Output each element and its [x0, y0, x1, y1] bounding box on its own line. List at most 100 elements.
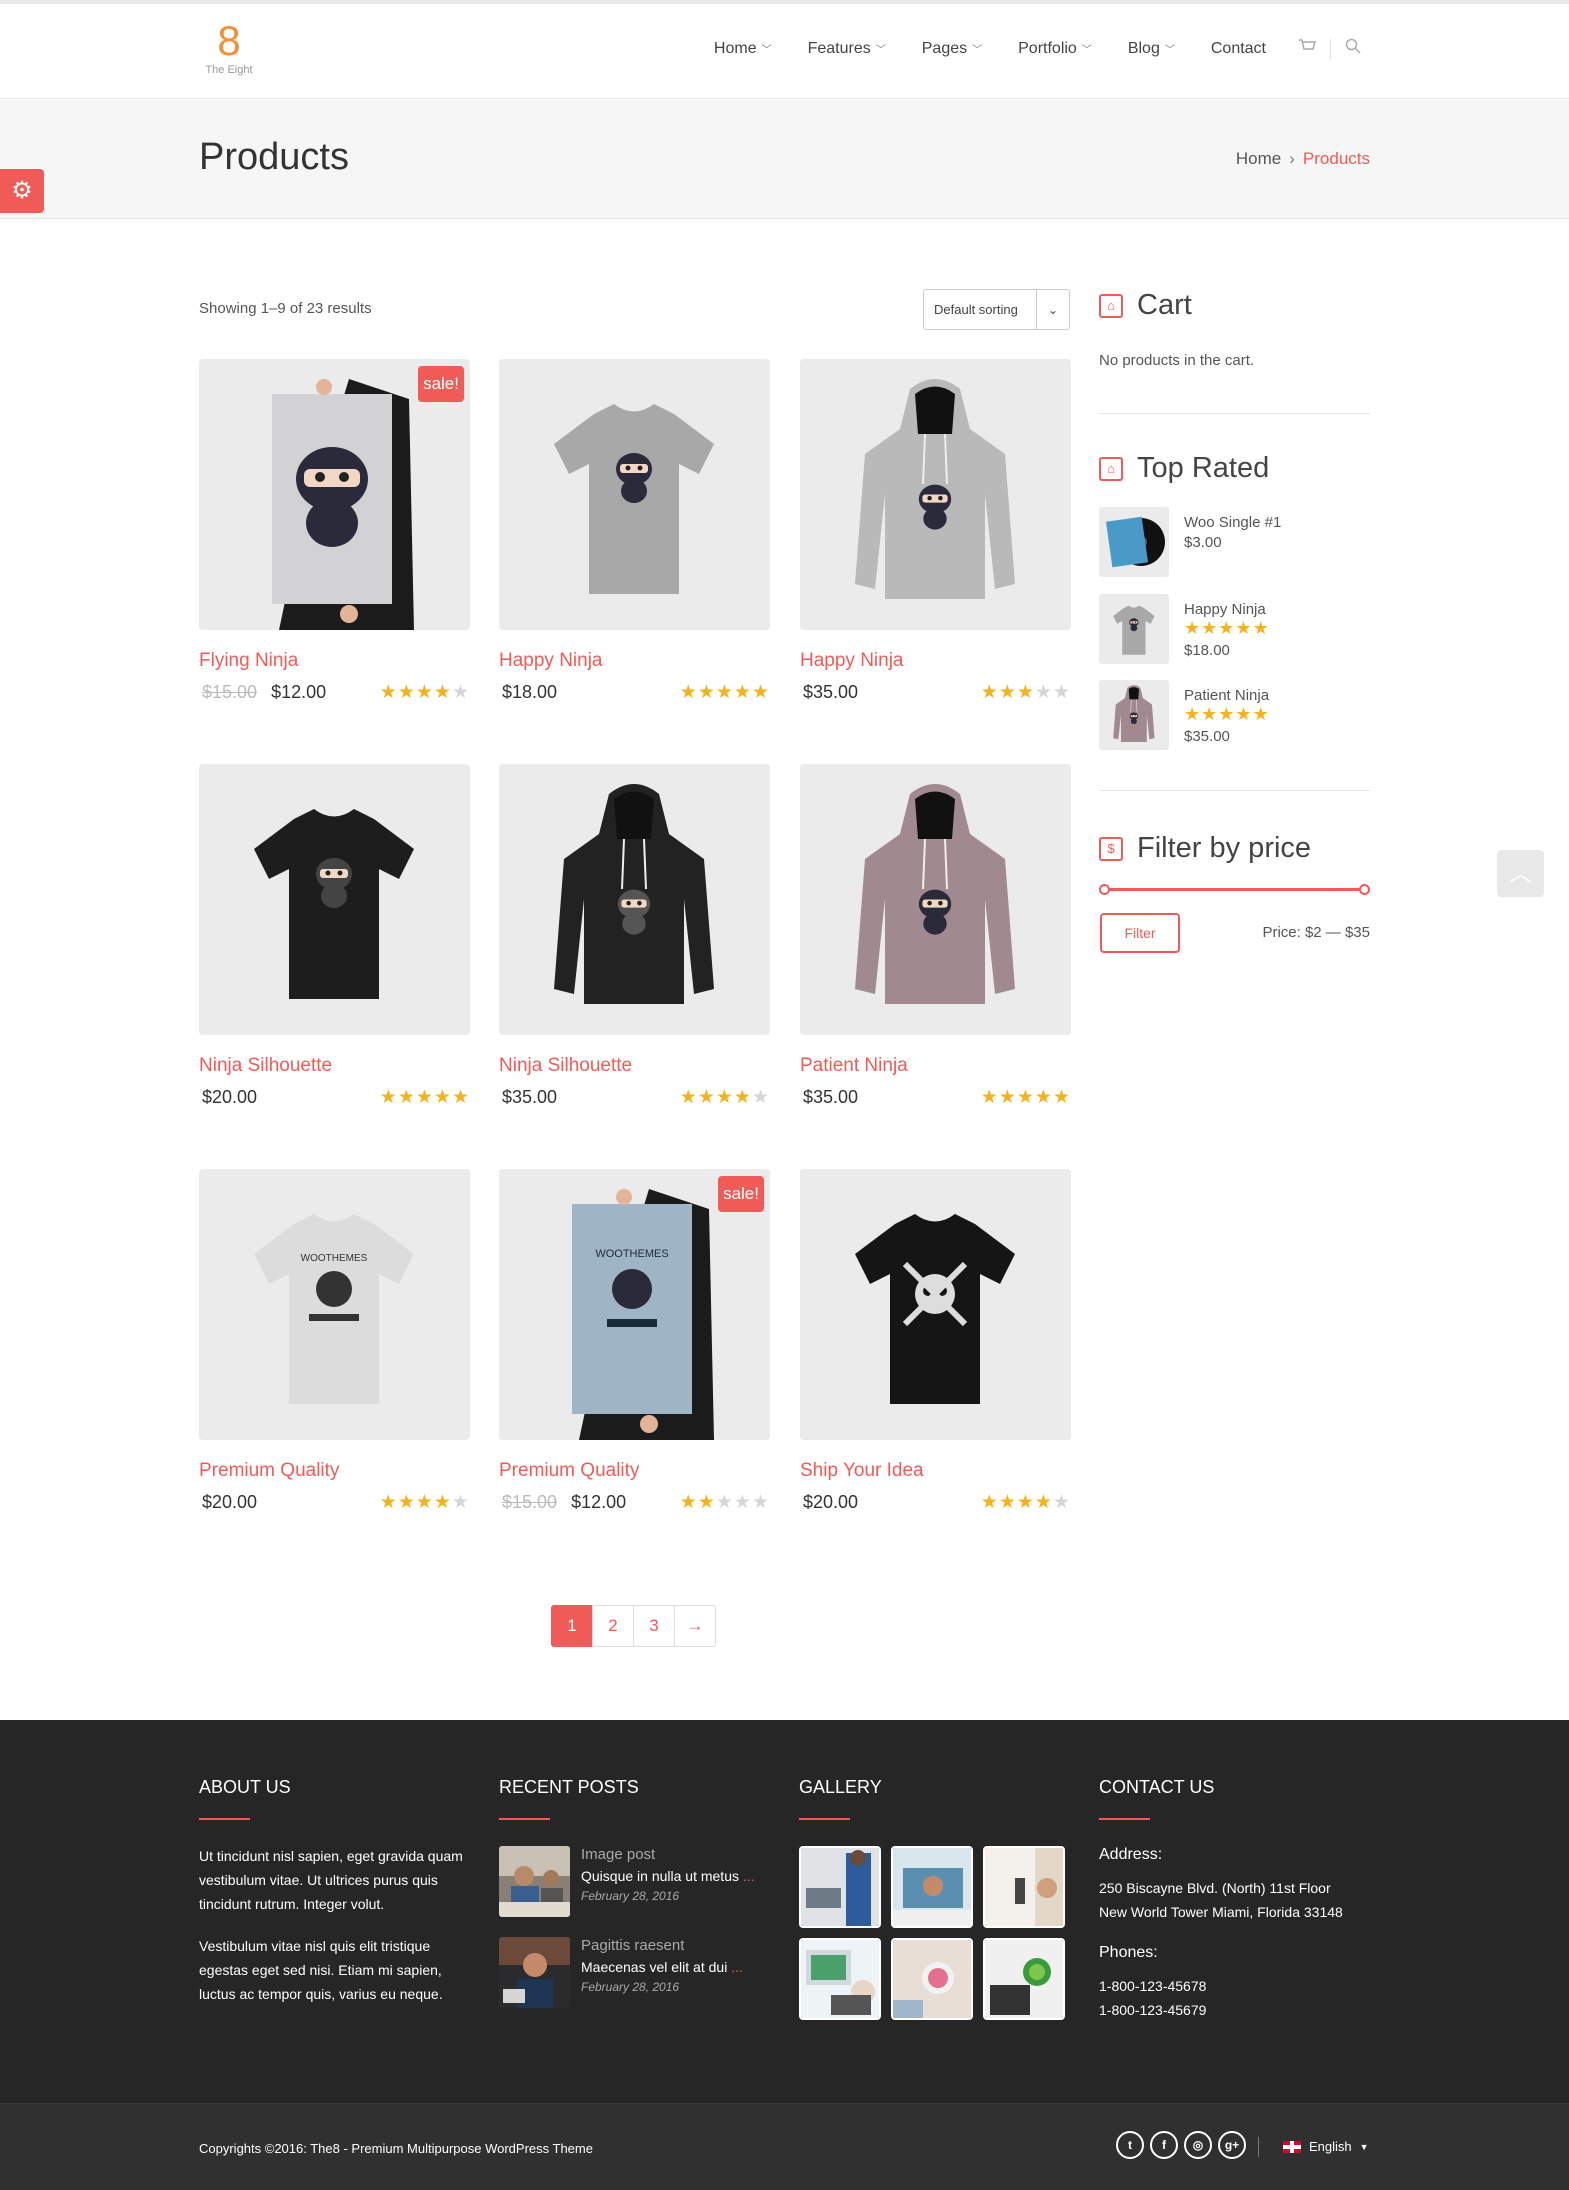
nav-blog[interactable]: Blog ﹀ [1128, 40, 1175, 58]
gallery-image[interactable] [983, 1938, 1065, 2020]
product-image[interactable] [499, 359, 770, 630]
nav-features[interactable]: Features ﹀ [808, 40, 886, 58]
product-card[interactable]: sale! Flying Ninja $15.00 $12.00 ★ ★ ★ ★ ★ [199, 359, 470, 704]
rating-star-icon: ★ [980, 1087, 999, 1108]
phone-number[interactable]: 1-800-123-45678 [1099, 1974, 1389, 1998]
product-name[interactable]: Patient Ninja [800, 1055, 1071, 1077]
page-3[interactable]: 3 [633, 1605, 675, 1647]
next-page-arrow[interactable]: → [674, 1605, 716, 1647]
top-rated-item[interactable]: Happy Ninja ★ ★ ★ ★ ★ $18.00 [1099, 594, 1270, 664]
product-card[interactable]: Ship Your Idea $20.00 ★ ★ ★ ★ ★ [800, 1169, 1071, 1514]
product-image[interactable] [800, 359, 1071, 630]
nav-portfolio[interactable]: Portfolio ﹀ [1018, 40, 1092, 58]
post-category[interactable]: Pagittis raesent [581, 1937, 743, 1954]
product-name[interactable]: Happy Ninja [499, 650, 770, 672]
post-title[interactable]: Quisque in nulla ut metus [581, 1868, 739, 1884]
product-name[interactable]: Flying Ninja [199, 650, 470, 672]
recent-post[interactable]: Pagittis raesent Maecenas vel elit at du… [499, 1937, 769, 2008]
current-price: $12.00 [571, 1492, 627, 1512]
current-price: $35.00 [803, 1087, 859, 1107]
filter-button[interactable]: Filter [1100, 913, 1180, 953]
product-card[interactable]: Happy Ninja $35.00 ★ ★ ★ ★ ★ [800, 359, 1071, 704]
product-price: $15.00 $12.00 [502, 1492, 626, 1513]
post-thumbnail[interactable] [499, 1846, 570, 1917]
top-rated-price: $3.00 [1184, 534, 1222, 551]
star-rating: ★ ★ ★ ★ ★ [680, 681, 770, 704]
product-price: $20.00 [202, 1087, 257, 1108]
product-name[interactable]: Ship Your Idea [800, 1460, 1071, 1482]
phone-number[interactable]: 1-800-123-45679 [1099, 1998, 1389, 2022]
twitter-icon[interactable]: t [1116, 2131, 1144, 2159]
product-name[interactable]: Ninja Silhouette [499, 1055, 770, 1077]
page-2[interactable]: 2 [592, 1605, 634, 1647]
gallery-image[interactable] [799, 1846, 881, 1928]
google-plus-icon[interactable]: g+ [1218, 2131, 1246, 2159]
current-price: $20.00 [803, 1492, 859, 1512]
page-1[interactable]: 1 [551, 1605, 593, 1647]
site-logo[interactable]: 8 The Eight [199, 18, 259, 88]
page-title-bar: Products Home › Products [0, 100, 1569, 219]
sorting-select[interactable]: Default sorting ⌄ [923, 289, 1070, 330]
divider [1258, 2137, 1259, 2157]
gallery-image[interactable] [983, 1846, 1065, 1928]
product-image[interactable]: WOOTHEMES [199, 1169, 470, 1440]
product-card[interactable]: Happy Ninja $18.00 ★ ★ ★ ★ ★ [499, 359, 770, 704]
product-image[interactable]: sale! [199, 359, 470, 630]
product-name[interactable]: Premium Quality [499, 1460, 770, 1482]
product-image[interactable]: WOOTHEMES sale! [499, 1169, 770, 1440]
top-rated-thumbnail[interactable] [1099, 594, 1169, 664]
top-rated-item[interactable]: Woo Single #1 $3.00 [1099, 507, 1281, 577]
rating-star-icon: ★ [451, 1492, 470, 1513]
product-image[interactable] [199, 764, 470, 1035]
facebook-icon[interactable]: f [1150, 2131, 1178, 2159]
post-thumbnail[interactable] [499, 1937, 570, 2008]
price-slider[interactable] [1099, 884, 1370, 895]
product-image[interactable] [800, 1169, 1071, 1440]
product-image[interactable] [800, 764, 1071, 1035]
post-title[interactable]: Maecenas vel elit at dui [581, 1959, 727, 1975]
dribbble-icon[interactable]: ◎ [1184, 2131, 1212, 2159]
post-category[interactable]: Image post [581, 1846, 755, 1863]
gallery-image[interactable] [891, 1938, 973, 2020]
top-rated-item[interactable]: Patient Ninja ★ ★ ★ ★ ★ $35.00 [1099, 680, 1270, 750]
read-more-ellipsis[interactable]: ... [743, 1868, 755, 1884]
top-rated-name[interactable]: Happy Ninja [1184, 601, 1270, 618]
nav-label: Blog [1127, 39, 1160, 57]
language-switcher[interactable]: English ▼ [1283, 2139, 1369, 2154]
product-name[interactable]: Happy Ninja [800, 650, 1071, 672]
read-more-ellipsis[interactable]: ... [731, 1959, 743, 1975]
product-name[interactable]: Premium Quality [199, 1460, 470, 1482]
rating-star-icon: ★ [1034, 1492, 1053, 1513]
footer-contact: CONTACT US Address: 250 Biscayne Blvd. (… [1099, 1777, 1389, 2022]
product-name[interactable]: Ninja Silhouette [199, 1055, 470, 1077]
star-rating: ★ ★ ★ ★ ★ [981, 1086, 1071, 1109]
search-icon[interactable] [1345, 38, 1361, 59]
settings-gear-icon[interactable]: ⚙ [0, 169, 44, 213]
product-card[interactable]: Ninja Silhouette $35.00 ★ ★ ★ ★ ★ [499, 764, 770, 1109]
top-rated-name[interactable]: Patient Ninja [1184, 687, 1270, 704]
gallery-image[interactable] [799, 1938, 881, 2020]
slider-min-handle[interactable] [1099, 884, 1110, 895]
nav-pages[interactable]: Pages ﹀ [922, 40, 982, 58]
gallery-image[interactable] [891, 1846, 973, 1928]
back-to-top-button[interactable]: ︿ [1497, 850, 1544, 897]
product-card[interactable]: Patient Ninja $35.00 ★ ★ ★ ★ ★ [800, 764, 1071, 1109]
product-card[interactable]: WOOTHEMES sale! Premium Quality $15.00 $1… [499, 1169, 770, 1514]
cart-icon[interactable] [1298, 38, 1316, 59]
top-rated-thumbnail[interactable] [1099, 507, 1169, 577]
cart-empty-text: No products in the cart. [1099, 352, 1255, 369]
rating-star-icon: ★ [998, 1492, 1017, 1513]
product-card[interactable]: Ninja Silhouette $20.00 ★ ★ ★ ★ ★ [199, 764, 470, 1109]
nav-home[interactable]: Home ﹀ [714, 40, 772, 58]
top-rated-name[interactable]: Woo Single #1 [1184, 514, 1281, 531]
chevron-down-icon: ⌄ [1036, 290, 1069, 329]
recent-post[interactable]: Image post Quisque in nulla ut metus ...… [499, 1846, 769, 1917]
current-price: $20.00 [202, 1492, 258, 1512]
slider-max-handle[interactable] [1359, 884, 1370, 895]
product-image[interactable] [499, 764, 770, 1035]
nav-contact[interactable]: Contact [1211, 40, 1266, 58]
product-card[interactable]: WOOTHEMES Premium Quality $20.00 ★ ★ ★ ★ ★ [199, 1169, 470, 1514]
top-rated-thumbnail[interactable] [1099, 680, 1169, 750]
breadcrumb-home[interactable]: Home [1236, 149, 1281, 168]
logo-mark: 8 [217, 17, 241, 64]
